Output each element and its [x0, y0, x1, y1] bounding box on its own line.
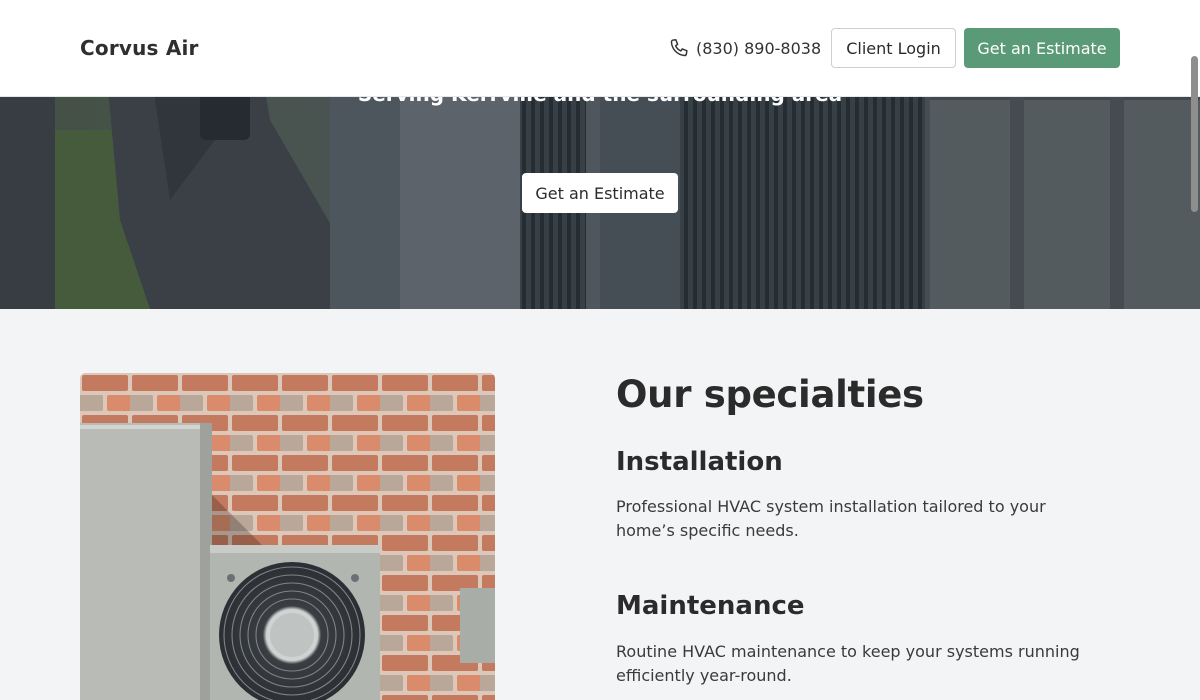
client-login-button[interactable]: Client Login: [831, 28, 956, 68]
specialty-description-maintenance: Routine HVAC maintenance to keep your sy…: [616, 642, 1080, 685]
specialties-heading: Our specialties: [616, 373, 924, 416]
phone-icon: [668, 37, 690, 59]
phone-link[interactable]: (830) 890-8038: [668, 37, 821, 59]
specialty-title-installation: Installation: [616, 447, 783, 477]
phone-number: (830) 890-8038: [696, 38, 822, 58]
hero-estimate-button[interactable]: Get an Estimate: [522, 173, 678, 213]
specialty-description-installation: Professional HVAC system installation ta…: [616, 497, 1046, 540]
page-scrollbar[interactable]: [1191, 56, 1198, 212]
brand-logo[interactable]: Corvus Air: [80, 36, 199, 60]
header-estimate-button[interactable]: Get an Estimate: [964, 28, 1120, 68]
specialties-section: Our specialties Installation Professiona…: [0, 309, 1200, 700]
specialty-title-maintenance: Maintenance: [616, 591, 805, 621]
site-header: Corvus Air (830) 890-8038 Client Login G…: [0, 0, 1200, 97]
specialties-image: [80, 373, 495, 700]
